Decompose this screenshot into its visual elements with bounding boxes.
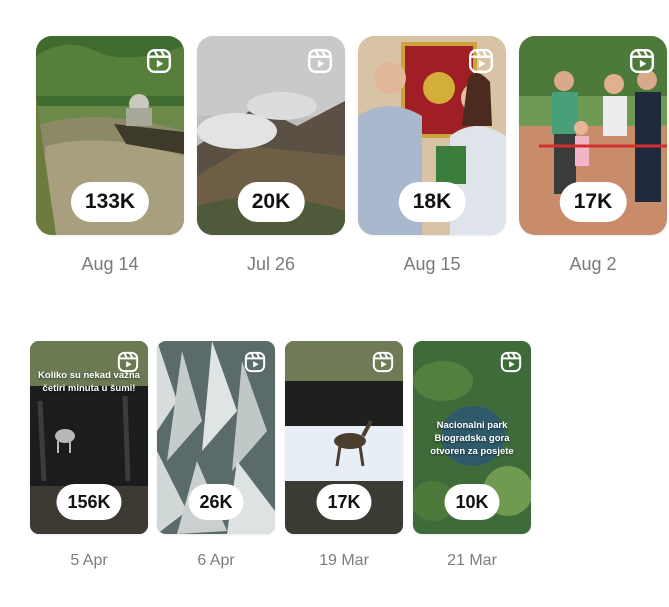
reel-card-1[interactable]: 133K: [36, 36, 184, 235]
reel-overlay-text: Nacionalni park Biogradska gora otvoren …: [430, 420, 514, 457]
reel-date: Aug 14: [81, 254, 139, 274]
reel-icon: [307, 48, 333, 74]
reel-icon: [244, 351, 266, 373]
reel-date: Aug 2: [569, 254, 617, 274]
view-count-badge: 10K: [444, 484, 500, 520]
reel-date: Jul 26: [246, 254, 296, 274]
reel-date: 21 Mar: [447, 552, 497, 569]
view-count-badge: 20K: [237, 182, 305, 222]
view-count-badge: 156K: [56, 484, 122, 520]
reel-icon: [629, 48, 655, 74]
reel-icon: [468, 48, 494, 74]
view-count-badge: 17K: [559, 182, 627, 222]
view-count-badge: 17K: [316, 484, 372, 520]
reel-card-2[interactable]: 20K: [197, 36, 345, 235]
reel-card-8[interactable]: Nacionalni park Biogradska gora otvoren …: [413, 341, 531, 534]
reel-card-7[interactable]: 17K: [285, 341, 403, 534]
reel-date: 19 Mar: [319, 552, 369, 569]
reel-card-3[interactable]: 18K: [358, 36, 506, 235]
view-count-badge: 133K: [70, 182, 150, 222]
reel-card-4[interactable]: 17K: [519, 36, 667, 235]
reel-date: 5 Apr: [70, 552, 108, 569]
reel-icon: [372, 351, 394, 373]
reel-icon: [117, 351, 139, 373]
reel-date: Aug 15: [403, 254, 461, 274]
reel-icon: [146, 48, 172, 74]
reel-date: 6 Apr: [197, 552, 235, 569]
reel-icon: [500, 351, 522, 373]
view-count-badge: 26K: [188, 484, 244, 520]
reel-card-5[interactable]: Koliko su nekad važna četiri minuta u šu…: [30, 341, 148, 534]
reel-card-6[interactable]: 26K: [157, 341, 275, 534]
view-count-badge: 18K: [398, 182, 466, 222]
